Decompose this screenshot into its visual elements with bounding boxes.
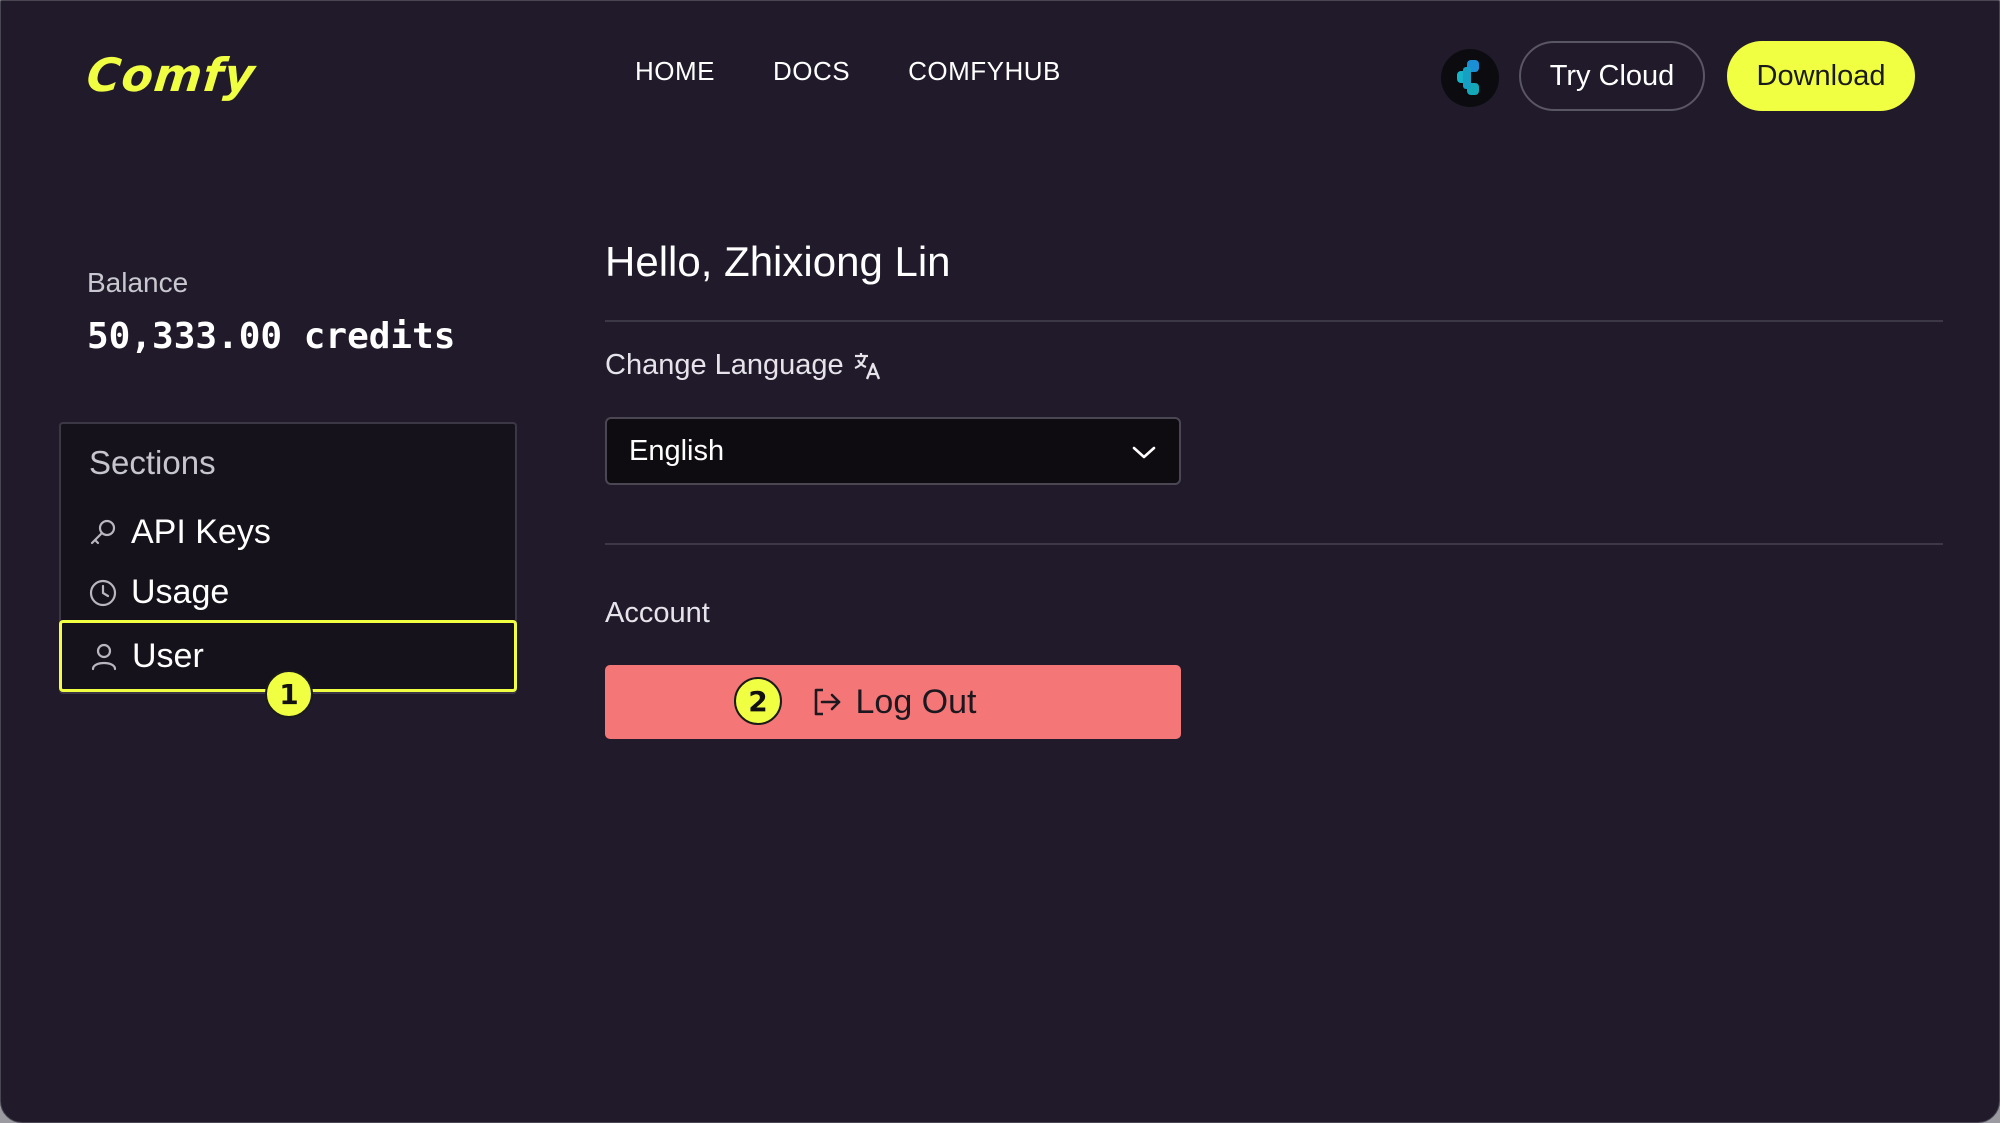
- comfy-logo[interactable]: Comfy: [84, 47, 258, 103]
- nav-comfyhub[interactable]: COMFYHUB: [908, 56, 1061, 87]
- account-section-label: Account: [605, 597, 710, 629]
- community-icon[interactable]: [1441, 49, 1499, 107]
- sections-panel: Sections API Keys Usage User: [59, 422, 517, 694]
- clock-icon: [89, 579, 117, 607]
- language-label: Change Language: [605, 349, 884, 382]
- sidebar-item-usage[interactable]: Usage: [87, 566, 229, 618]
- top-nav: HOME DOCS COMFYHUB: [635, 56, 1061, 87]
- log-out-icon: [814, 688, 840, 716]
- log-out-button[interactable]: Log Out: [605, 665, 1181, 739]
- sections-title: Sections: [89, 444, 216, 481]
- app-window: Comfy HOME DOCS COMFYHUB Try Cloud Downl…: [0, 0, 2000, 1123]
- sidebar-item-label: API Keys: [131, 512, 271, 551]
- page-title: Hello, Zhixiong Lin: [605, 238, 951, 285]
- nav-home[interactable]: HOME: [635, 56, 715, 87]
- download-button[interactable]: Download: [1727, 41, 1915, 111]
- key-icon: [90, 519, 116, 545]
- step-marker-2: 2: [734, 677, 782, 725]
- user-icon: [91, 643, 117, 671]
- balance-value: 50,333.00 credits: [87, 316, 456, 357]
- step-marker-1: 1: [265, 670, 313, 718]
- nav-docs[interactable]: DOCS: [773, 56, 850, 87]
- divider: [605, 320, 1943, 322]
- divider: [605, 543, 1943, 545]
- log-out-label: Log Out: [855, 682, 977, 721]
- language-select[interactable]: English: [605, 417, 1181, 485]
- language-label-text: Change Language: [605, 349, 844, 381]
- sidebar-item-label: User: [132, 636, 204, 675]
- sidebar-item-api-keys[interactable]: API Keys: [87, 506, 271, 558]
- sidebar-item-label: Usage: [131, 572, 230, 611]
- language-selected-value: English: [629, 434, 725, 467]
- try-cloud-button[interactable]: Try Cloud: [1519, 41, 1705, 111]
- translate-icon: [854, 352, 880, 379]
- chevron-down-icon: [1132, 446, 1156, 459]
- balance-label: Balance: [87, 267, 189, 298]
- chain-logo-icon: [1457, 60, 1479, 95]
